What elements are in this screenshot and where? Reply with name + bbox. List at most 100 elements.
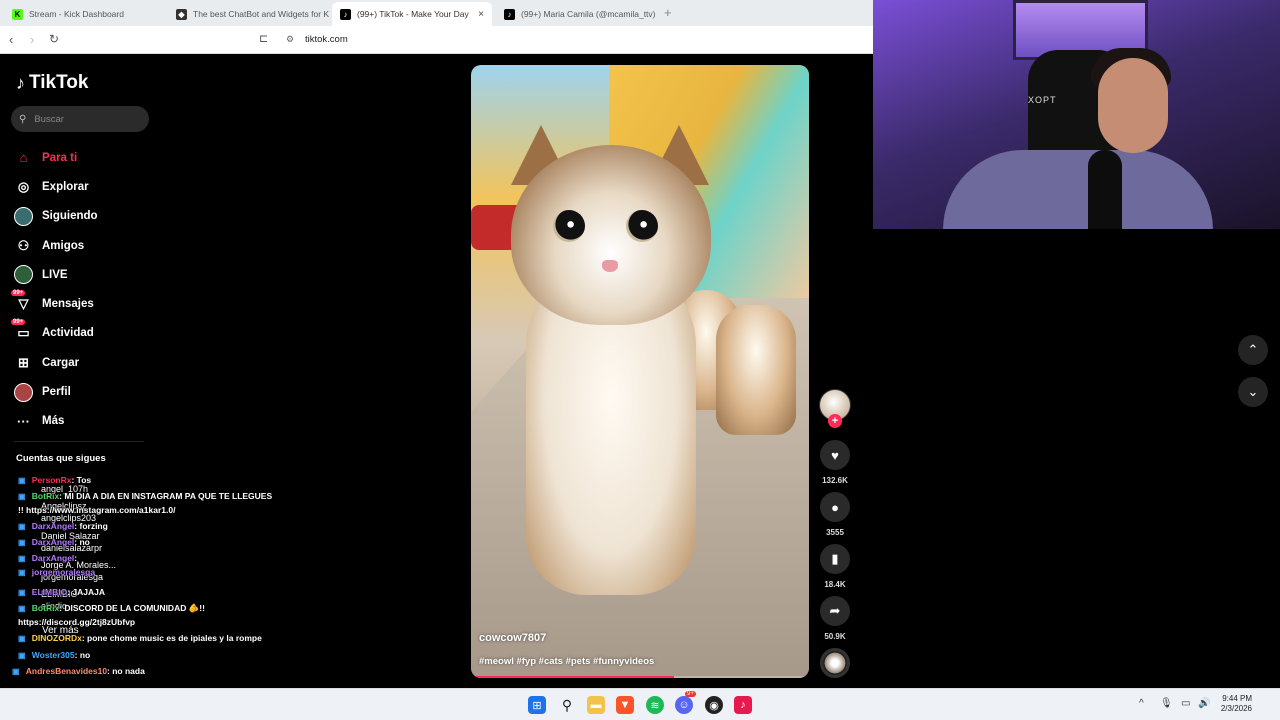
search-box[interactable]: ⚲	[11, 106, 149, 132]
follow-plus-icon[interactable]: +	[828, 414, 842, 428]
new-tab-button[interactable]: +	[664, 5, 672, 20]
friends-icon: ⚇	[17, 237, 30, 253]
tab-title: (99+) Maria Camila (@mcamila_ttv) |	[521, 9, 656, 19]
chair-logo: XOPT	[1028, 95, 1057, 105]
obs-icon[interactable]: ◉	[705, 696, 723, 714]
save-count: 18.4K	[824, 580, 846, 589]
sidebar-item-amigos[interactable]: ⚇ Amigos	[14, 231, 149, 260]
live-avatar-icon	[14, 265, 33, 285]
tiktok-icon[interactable]: ♪	[734, 696, 752, 714]
chevron-down-icon: ⌄	[1247, 384, 1259, 399]
video-progress-fill	[471, 676, 674, 678]
sidebar-item-perfil[interactable]: Perfil	[14, 377, 149, 406]
sidebar-item-mas[interactable]: ··· Más	[14, 407, 149, 436]
chat-username: DarxAngel	[31, 537, 75, 547]
forward-icon[interactable]: ›	[30, 32, 34, 47]
network-icon[interactable]: ▭	[1181, 698, 1190, 709]
like-button[interactable]: ♥	[820, 440, 850, 470]
chat-text: : no nada	[107, 666, 145, 676]
share-button[interactable]: ➦	[820, 596, 850, 626]
chat-username: DINOZORDx	[31, 633, 82, 643]
microphone-icon[interactable]: 🎙	[1160, 698, 1173, 709]
chat-badge-icon: ▣	[18, 568, 28, 577]
sidebar-item-label: Siguiendo	[42, 210, 98, 223]
messages-icon: ▽ 99+	[11, 289, 29, 312]
tab-botrix[interactable]: ◆ The best ChatBot and Widgets for K	[168, 2, 330, 26]
following-avatar-icon	[14, 206, 33, 226]
video-player[interactable]: cowcow7807 #meowl #fyp #cats #pets #funn…	[471, 65, 809, 678]
clock-time: 9:44 PM	[1222, 694, 1252, 703]
sidebar-nav: ⌂ Para ti ◎ Explorar Siguiendo ⚇ Amigos …	[11, 143, 149, 436]
chat-text: : no	[74, 650, 91, 660]
address-bar: ‹ › ↻ ⊏ ⚙ tiktok.com	[0, 26, 873, 54]
video-author[interactable]: cowcow7807	[479, 632, 546, 644]
music-disc-icon[interactable]	[820, 648, 850, 678]
sidebar-item-actividad[interactable]: ▭ 99+ Actividad	[11, 318, 149, 348]
tiktok-icon: ♪	[504, 8, 515, 20]
site-info-icon[interactable]: ⚙	[286, 34, 294, 45]
sidebar-item-label: Mensajes	[42, 298, 94, 311]
volume-icon[interactable]: 🔊	[1198, 698, 1210, 709]
discord-icon[interactable]: ☺ 9+	[675, 691, 696, 714]
chat-badge-icon: ▣	[18, 538, 28, 547]
profile-avatar-icon	[14, 382, 33, 402]
chat-username: Woster305	[31, 650, 75, 660]
file-explorer-icon[interactable]: ▬	[587, 696, 605, 714]
video-hashtags[interactable]: #meowl #fyp #cats #pets #funnyvideos	[479, 656, 654, 667]
system-clock[interactable]: 9:44 PM 2/3/2026	[1218, 694, 1252, 715]
discord-badge: 9+	[685, 691, 696, 697]
tab-title: Stream - Kick Dashboard	[29, 9, 124, 19]
chat-message: ▣ jorgemoralesga	[18, 567, 95, 578]
video-progress-bar[interactable]	[471, 676, 809, 678]
tiktok-logo[interactable]: ♪ TikTok	[16, 72, 88, 94]
chat-message: ▣ ELIMBIO: JAJAJA	[18, 587, 105, 598]
sidebar-item-cargar[interactable]: ⊞ Cargar	[14, 348, 149, 377]
reload-icon[interactable]: ↻	[49, 32, 59, 46]
video-cat-eye	[553, 210, 585, 242]
chevron-up-icon: ⌃	[1247, 342, 1259, 357]
chat-badge-icon: ▣	[18, 554, 28, 563]
url-field[interactable]: tiktok.com	[305, 34, 348, 45]
messages-badge: 99+	[11, 289, 26, 296]
chat-message: ▣ DarxAngel: no	[18, 537, 90, 548]
chat-message: ▣ DarxAngel: forzing	[18, 521, 108, 532]
search-icon[interactable]: ⚲	[558, 696, 576, 714]
video-cat-head	[511, 145, 711, 325]
brave-icon[interactable]: ▼	[616, 696, 634, 714]
upload-icon: ⊞	[18, 354, 29, 370]
save-button[interactable]: ▮	[820, 544, 850, 574]
sidebar-item-live[interactable]: LIVE	[14, 260, 149, 289]
sidebar-item-label: Cargar	[42, 356, 80, 369]
sidebar-item-label: LIVE	[42, 268, 68, 281]
chat-message: !! https://www.instagram.com/a1kar1.0/	[18, 505, 176, 515]
chevron-up-icon[interactable]: ^	[1139, 698, 1144, 709]
tab-kick-dashboard[interactable]: K Stream - Kick Dashboard	[4, 2, 166, 26]
comment-button[interactable]: ●	[820, 492, 850, 522]
bookmark-icon[interactable]: ⊏	[259, 32, 268, 45]
sidebar-item-para-ti[interactable]: ⌂ Para ti	[14, 143, 149, 172]
tab-tiktok-active[interactable]: ♪ (99+) TikTok - Make Your Day ×	[332, 2, 492, 26]
tab-tiktok-profile[interactable]: ♪ (99+) Maria Camila (@mcamila_ttv) |	[496, 2, 656, 26]
next-video-button[interactable]: ⌄	[1238, 377, 1268, 407]
chat-message: ▣ BotRix: DISCORD DE LA COMUNIDAD 🫵!!	[18, 603, 205, 614]
chat-badge-icon: ▣	[18, 634, 28, 643]
chat-badge-icon: ▣	[18, 522, 28, 531]
sidebar-item-label: Actividad	[42, 327, 94, 340]
browser-tabbar: K Stream - Kick Dashboard ◆ The best Cha…	[0, 0, 873, 26]
sidebar-item-siguiendo[interactable]: Siguiendo	[14, 202, 149, 231]
sidebar-item-explorar[interactable]: ◎ Explorar	[14, 172, 149, 201]
sidebar-item-mensajes[interactable]: ▽ 99+ Mensajes	[11, 289, 149, 318]
sidebar-divider	[14, 441, 144, 442]
search-input[interactable]	[34, 113, 135, 125]
close-icon[interactable]: ×	[478, 9, 484, 20]
chat-message: https://discord.gg/2tj8zUbfvp	[18, 617, 135, 627]
chat-text: : Tos	[71, 475, 92, 485]
chat-username: BotRix	[31, 491, 60, 501]
previous-video-button[interactable]: ⌃	[1238, 335, 1268, 365]
back-icon[interactable]: ‹	[9, 32, 13, 47]
windows-start-icon[interactable]: ⊞	[528, 696, 546, 714]
chat-text: !! https://www.instagram.com/a1kar1.0/	[18, 505, 176, 515]
spotify-icon[interactable]: ≋	[646, 696, 664, 714]
chat-text: :	[74, 553, 78, 563]
chat-username: DarxAngel	[31, 553, 75, 563]
